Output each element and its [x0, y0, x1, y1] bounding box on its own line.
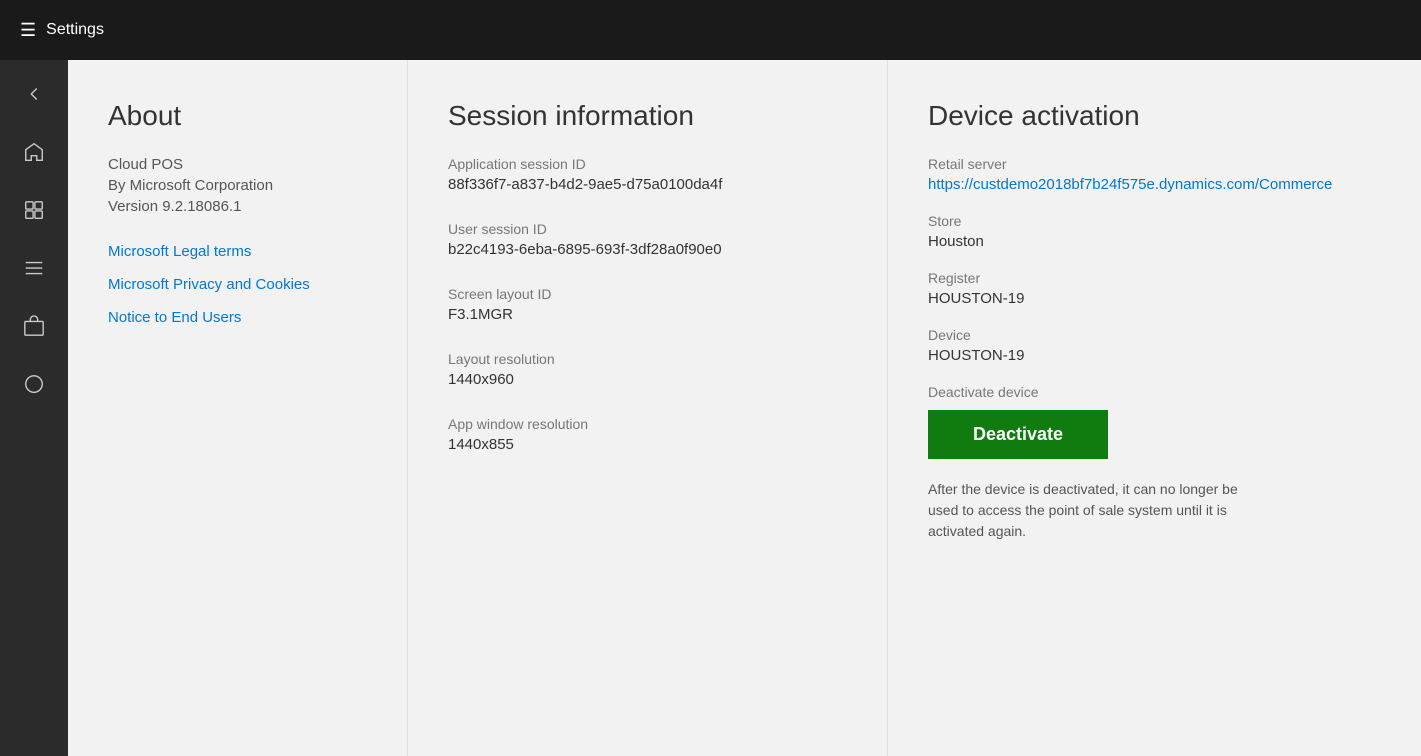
app-session-group: Application session ID 88f336f7-a837-b4d… — [448, 156, 847, 193]
circle-button[interactable] — [10, 360, 58, 408]
register-value: HOUSTON-19 — [928, 290, 1381, 307]
layout-resolution-label: Layout resolution — [448, 351, 847, 367]
legal-terms-link[interactable]: Microsoft Legal terms — [108, 243, 367, 260]
device-column: Device activation Retail server https://… — [888, 60, 1421, 756]
deactivate-note: After the device is deactivated, it can … — [928, 479, 1248, 542]
titlebar-title: Settings — [46, 21, 104, 39]
about-version: Version 9.2.18086.1 — [108, 198, 367, 215]
app-body: About Cloud POS By Microsoft Corporation… — [0, 60, 1421, 756]
user-session-value: b22c4193-6eba-6895-693f-3df28a0f90e0 — [448, 241, 847, 258]
retail-server-label: Retail server — [928, 156, 1381, 172]
device-value: HOUSTON-19 — [928, 347, 1381, 364]
about-title: About — [108, 100, 367, 132]
app-window-resolution-group: App window resolution 1440x855 — [448, 416, 847, 453]
screen-layout-label: Screen layout ID — [448, 286, 847, 302]
retail-server-url: https://custdemo2018bf7b24f575e.dynamics… — [928, 176, 1381, 193]
app-window-resolution-value: 1440x855 — [448, 436, 847, 453]
about-app-name: Cloud POS — [108, 156, 367, 173]
menu-lines-button[interactable] — [10, 244, 58, 292]
app-session-value: 88f336f7-a837-b4d2-9ae5-d75a0100da4f — [448, 176, 847, 193]
main-content: About Cloud POS By Microsoft Corporation… — [68, 60, 1421, 756]
session-column: Session information Application session … — [408, 60, 888, 756]
user-session-group: User session ID b22c4193-6eba-6895-693f-… — [448, 221, 847, 258]
layout-resolution-group: Layout resolution 1440x960 — [448, 351, 847, 388]
notice-end-users-link[interactable]: Notice to End Users — [108, 309, 367, 326]
about-column: About Cloud POS By Microsoft Corporation… — [68, 60, 408, 756]
screen-layout-value: F3.1MGR — [448, 306, 847, 323]
session-title: Session information — [448, 100, 847, 132]
sidebar — [0, 60, 68, 756]
store-label: Store — [928, 213, 1381, 229]
layout-resolution-value: 1440x960 — [448, 371, 847, 388]
app-window-resolution-label: App window resolution — [448, 416, 847, 432]
store-value: Houston — [928, 233, 1381, 250]
device-label: Device — [928, 327, 1381, 343]
user-session-label: User session ID — [448, 221, 847, 237]
about-company: By Microsoft Corporation — [108, 177, 367, 194]
box-button[interactable] — [10, 186, 58, 234]
screen-layout-group: Screen layout ID F3.1MGR — [448, 286, 847, 323]
deactivate-button[interactable]: Deactivate — [928, 410, 1108, 459]
app-session-label: Application session ID — [448, 156, 847, 172]
titlebar: ☰ Settings — [0, 0, 1421, 60]
privacy-cookies-link[interactable]: Microsoft Privacy and Cookies — [108, 276, 367, 293]
bag-button[interactable] — [10, 302, 58, 350]
register-label: Register — [928, 270, 1381, 286]
home-button[interactable] — [10, 128, 58, 176]
hamburger-icon[interactable]: ☰ — [20, 21, 36, 39]
device-title: Device activation — [928, 100, 1381, 132]
deactivate-device-label: Deactivate device — [928, 384, 1381, 400]
back-button[interactable] — [10, 70, 58, 118]
